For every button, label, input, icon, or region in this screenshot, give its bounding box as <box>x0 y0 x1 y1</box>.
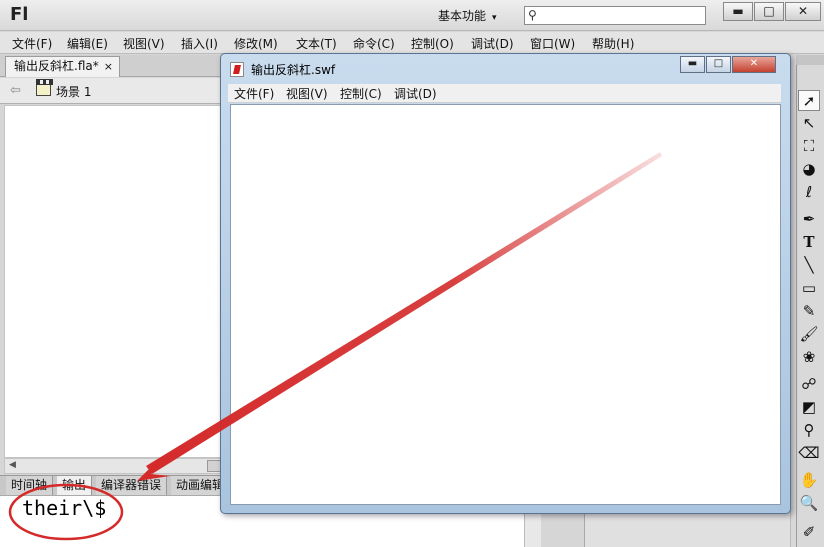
minimize-icon: ▬ <box>732 4 744 18</box>
clapperboard-icon <box>36 79 53 96</box>
swf-content-area <box>230 104 781 505</box>
tab-compiler-errors[interactable]: 编译器错误 <box>96 476 168 495</box>
eraser-tool-icon[interactable]: ⌫ <box>798 443 820 464</box>
lasso-tool-icon[interactable]: ℓ <box>798 182 820 203</box>
paint-bucket-tool-icon[interactable]: ◩ <box>798 397 820 418</box>
close-tab-icon[interactable]: × <box>104 57 113 76</box>
scene-bar <box>0 78 222 104</box>
menu-help[interactable]: 帮助(H) <box>592 35 634 52</box>
swf-menu-bar: 文件(F) 视图(V) 控制(C) 调试(D) <box>228 84 781 103</box>
pen-tool-icon[interactable]: ✒ <box>798 209 820 230</box>
scroll-left-icon[interactable]: ◀ <box>9 460 16 470</box>
close-button[interactable]: ✕ <box>785 2 821 21</box>
flash-logo: Fl <box>10 4 29 25</box>
tab-output[interactable]: 输出 <box>57 476 93 495</box>
pencil-tool-icon[interactable]: ✎ <box>798 301 820 322</box>
search-box[interactable]: ⚲ <box>524 6 706 25</box>
swf-menu-control[interactable]: 控制(C) <box>340 85 382 102</box>
restore-icon: □ <box>763 4 775 18</box>
swf-window-title: 输出反斜杠.swf <box>251 63 336 77</box>
swf-minimize-button[interactable]: ▬ <box>680 56 705 73</box>
menu-debug[interactable]: 调试(D) <box>471 35 514 52</box>
swf-menu-debug[interactable]: 调试(D) <box>394 85 437 102</box>
free-transform-tool-icon[interactable]: ⛶ <box>798 136 820 157</box>
stroke-color-icon[interactable]: ✐ <box>798 522 820 543</box>
menu-file[interactable]: 文件(F) <box>12 35 52 52</box>
brush-tool-icon[interactable]: 🖌 <box>798 324 820 345</box>
minimize-button[interactable]: ▬ <box>723 2 753 21</box>
eyedropper-tool-icon[interactable]: ⚲ <box>798 420 820 441</box>
chevron-down-icon: ▾ <box>492 13 497 23</box>
3d-rotation-tool-icon[interactable]: ◕ <box>798 159 820 180</box>
close-icon: ✕ <box>749 58 759 69</box>
menu-insert[interactable]: 插入(I) <box>181 35 218 52</box>
scene-label: 场景 1 <box>56 85 92 99</box>
swf-menu-view[interactable]: 视图(V) <box>286 85 328 102</box>
document-tab[interactable]: 输出反斜杠.fla* × <box>5 56 120 77</box>
workspace-label: 基本功能 <box>438 9 487 23</box>
output-text: their\$ <box>22 496 107 520</box>
back-arrow-icon[interactable]: ⇦ <box>10 83 21 98</box>
menu-modify[interactable]: 修改(M) <box>234 35 278 52</box>
search-icon: ⚲ <box>528 8 537 22</box>
deco-tool-icon[interactable]: ❀ <box>798 347 820 368</box>
bone-tool-icon[interactable]: ☍ <box>798 374 820 395</box>
menu-bar: 文件(F) 编辑(E) 视图(V) 插入(I) 修改(M) 文本(T) 命令(C… <box>0 32 824 54</box>
hand-tool-icon[interactable]: ✋ <box>798 470 820 491</box>
swf-menu-file[interactable]: 文件(F) <box>234 85 274 102</box>
horizontal-scrollbar[interactable]: ◀ <box>4 458 222 474</box>
flash-player-icon <box>230 62 244 77</box>
swf-close-button[interactable]: ✕ <box>732 56 776 73</box>
menu-window[interactable]: 窗口(W) <box>530 35 575 52</box>
search-input[interactable] <box>543 8 701 23</box>
line-tool-icon[interactable]: ╲ <box>798 255 820 276</box>
minimize-icon: ▬ <box>687 58 698 69</box>
menu-control[interactable]: 控制(O) <box>411 35 454 52</box>
workspace-switcher[interactable]: 基本功能 ▾ <box>430 6 516 26</box>
text-tool-icon[interactable]: T <box>798 232 820 253</box>
tools-panel-header[interactable] <box>796 55 824 65</box>
swf-restore-button[interactable]: □ <box>706 56 731 73</box>
subselection-tool-icon[interactable]: ↖ <box>798 113 820 134</box>
close-icon: ✕ <box>797 4 809 18</box>
menu-edit[interactable]: 编辑(E) <box>67 35 108 52</box>
restore-button[interactable]: □ <box>754 2 784 21</box>
restore-icon: □ <box>713 58 724 69</box>
menu-view[interactable]: 视图(V) <box>123 35 165 52</box>
document-tab-label: 输出反斜杠.fla* <box>14 59 99 73</box>
rectangle-tool-icon[interactable]: ▭ <box>798 278 820 299</box>
tab-timeline[interactable]: 时间轴 <box>6 476 54 495</box>
menu-text[interactable]: 文本(T) <box>296 35 337 52</box>
selection-tool-icon[interactable]: ➚ <box>798 90 820 111</box>
zoom-tool-icon[interactable]: 🔍 <box>798 493 820 514</box>
tab-motion-editor[interactable]: 动画编辑器 <box>171 476 221 495</box>
menu-commands[interactable]: 命令(C) <box>353 35 395 52</box>
stage-canvas[interactable] <box>4 105 221 458</box>
